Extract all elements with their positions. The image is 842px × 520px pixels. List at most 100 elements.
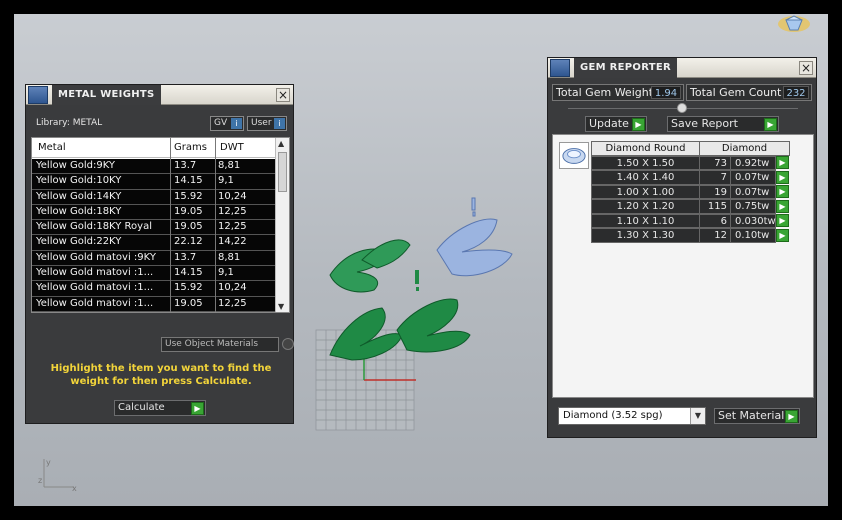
row-select-arrow-icon[interactable]: ▶	[776, 185, 789, 198]
cell-dwt: 14,22	[218, 236, 247, 248]
chevron-down-icon[interactable]: ▼	[690, 408, 705, 424]
row-select-arrow-icon[interactable]: ▶	[776, 170, 789, 184]
row-select-arrow-icon[interactable]: ▶	[776, 214, 789, 227]
table-row[interactable]: Yellow Gold matovi :9KY 13.7 8,81	[32, 250, 276, 267]
table-row[interactable]: Yellow Gold:14KY 15.92 10,24	[32, 189, 276, 205]
collapse-handle-icon[interactable]	[677, 103, 687, 113]
cell-size: 1.40 X 1.40	[591, 170, 700, 185]
cell-size: 1.50 X 1.50	[591, 155, 700, 170]
metal-table-rows: Yellow Gold:9KY 13.7 8,81 Yellow Gold:10KY 1…	[32, 159, 276, 312]
metal-weights-panel: METAL WEIGHTS × Library: METAL GV i User i…	[25, 84, 294, 424]
metal-table-header: Metal Grams DWT	[32, 138, 276, 158]
play-arrow-icon: ▶	[191, 402, 204, 415]
gem-table-area: Diamond Round Diamond 1.50 X 1.50 73 0.92t…	[552, 134, 814, 398]
col-diamond[interactable]: Diamond	[699, 141, 790, 156]
total-gem-weight-value: 1.94	[651, 86, 681, 99]
update-button[interactable]: Update ▶	[585, 116, 647, 132]
cell-dwt: 12,25	[218, 297, 247, 309]
cell-grams: 22.12	[174, 236, 203, 248]
scroll-up-icon[interactable]: ▲	[278, 139, 284, 148]
cell-metal: Yellow Gold:18KY Royal	[36, 221, 152, 233]
table-row[interactable]: Yellow Gold:18KY 19.05 12,25	[32, 204, 276, 221]
metal-table[interactable]: Metal Grams DWT Yellow Gold:9KY 13.7 8,81 Y…	[31, 137, 290, 313]
table-row[interactable]: Yellow Gold:9KY 13.7 8,81	[32, 159, 276, 175]
cell-size: 1.00 X 1.00	[591, 184, 700, 199]
cell-count: 12	[699, 228, 731, 243]
row-select-arrow-icon[interactable]: ▶	[776, 199, 789, 213]
jewelry-model[interactable]	[312, 190, 522, 440]
cell-dwt: 12,25	[218, 205, 247, 217]
table-row[interactable]: Yellow Gold matovi :1...19.0512,25	[32, 311, 276, 312]
cell-grams: 13.7	[174, 251, 197, 263]
col-diamond-round[interactable]: Diamond Round	[591, 141, 700, 156]
calculate-hint: Highlight the item you want to find the …	[50, 363, 272, 387]
cell-count: 19	[699, 184, 731, 199]
play-arrow-icon: ▶	[785, 410, 798, 423]
blue-earring-right	[436, 197, 513, 277]
cell-weight: 0.07tw	[730, 170, 776, 185]
close-icon[interactable]: ×	[276, 88, 290, 102]
table-row[interactable]: Yellow Gold matovi :1... 15.92 10,24	[32, 281, 276, 297]
user-button[interactable]: User i	[247, 116, 287, 131]
metal-weights-titlebar[interactable]: METAL WEIGHTS ×	[26, 85, 293, 105]
table-row[interactable]: Yellow Gold:22KY 22.12 14,22	[32, 235, 276, 251]
cell-metal: Yellow Gold matovi :1...	[36, 297, 154, 309]
save-report-button[interactable]: Save Report ▶	[667, 116, 779, 132]
cell-dwt: 8,81	[218, 160, 241, 171]
diamond-round-icon[interactable]	[559, 142, 589, 169]
cell-metal: Yellow Gold matovi :1...	[36, 267, 154, 279]
library-label: Library: METAL	[36, 118, 103, 128]
cell-metal: Yellow Gold:9KY	[36, 160, 115, 171]
use-object-materials-toggle[interactable]	[282, 338, 294, 350]
gem-reporter-titlebar[interactable]: GEM REPORTER ×	[548, 58, 816, 78]
cell-weight: 0.92tw	[730, 155, 776, 170]
metal-weights-title: METAL WEIGHTS	[52, 85, 161, 105]
total-gem-weight: Total Gem Weight 1.94	[552, 84, 684, 101]
cell-grams: 19.05	[174, 297, 203, 309]
row-select-arrow-icon[interactable]: ▶	[776, 156, 789, 169]
col-dwt[interactable]: DWT	[220, 142, 244, 153]
cell-dwt: 8,81	[218, 251, 241, 263]
cell-count: 73	[699, 155, 731, 170]
axis-indicator-icon: y z x	[38, 458, 77, 493]
gv-button[interactable]: GV i	[210, 116, 244, 131]
total-gem-count-value: 232	[783, 86, 809, 99]
cell-size: 1.30 X 1.30	[591, 228, 700, 243]
app-logo-icon	[778, 15, 810, 32]
cell-dwt: 9,1	[218, 267, 234, 279]
cell-metal: Yellow Gold:18KY	[36, 205, 122, 217]
gem-reporter-icon	[550, 59, 570, 77]
col-metal[interactable]: Metal	[38, 142, 66, 153]
set-material-button[interactable]: Set Material ▶	[714, 408, 800, 424]
cell-grams: 15.92	[174, 190, 203, 202]
cell-size: 1.10 X 1.10	[591, 213, 700, 228]
material-select[interactable]: Diamond (3.52 spg) ▼	[558, 407, 706, 425]
calculate-button[interactable]: Calculate ▶	[114, 400, 206, 416]
col-grams[interactable]: Grams	[174, 142, 207, 153]
cell-weight: 0.030tw	[730, 213, 776, 228]
svg-text:z: z	[38, 476, 42, 485]
metal-table-scrollbar[interactable]: ▲ ▼	[275, 138, 289, 312]
table-row[interactable]: Yellow Gold matovi :1... 19.05 12,25	[32, 296, 276, 312]
table-row[interactable]: Yellow Gold matovi :1... 14.15 9,1	[32, 266, 276, 282]
gem-reporter-panel: GEM REPORTER × Total Gem Weight 1.94 Tot…	[547, 57, 817, 438]
table-row[interactable]: Yellow Gold:18KY Royal 19.05 12,25	[32, 220, 276, 236]
cell-count: 7	[699, 170, 731, 185]
use-object-materials-label: Use Object Materials	[161, 337, 279, 352]
row-select-arrow-icon[interactable]: ▶	[776, 228, 789, 242]
svg-text:x: x	[72, 484, 77, 493]
scroll-thumb[interactable]	[278, 152, 287, 192]
gem-reporter-title: GEM REPORTER	[574, 58, 678, 78]
close-icon[interactable]: ×	[799, 61, 813, 75]
play-arrow-icon: ▶	[764, 118, 777, 131]
table-row[interactable]: Yellow Gold:10KY 14.15 9,1	[32, 174, 276, 190]
metal-weights-icon	[28, 86, 48, 104]
cell-metal: Yellow Gold matovi :9KY	[36, 251, 156, 263]
cell-count: 115	[699, 199, 731, 214]
cell-metal: Yellow Gold:10KY	[36, 175, 122, 187]
cell-grams: 15.92	[174, 282, 203, 294]
cell-dwt: 12,25	[218, 221, 247, 233]
cell-weight: 0.07tw	[730, 184, 776, 199]
scroll-down-icon[interactable]: ▼	[278, 302, 284, 311]
cell-grams: 19.05	[174, 221, 203, 233]
